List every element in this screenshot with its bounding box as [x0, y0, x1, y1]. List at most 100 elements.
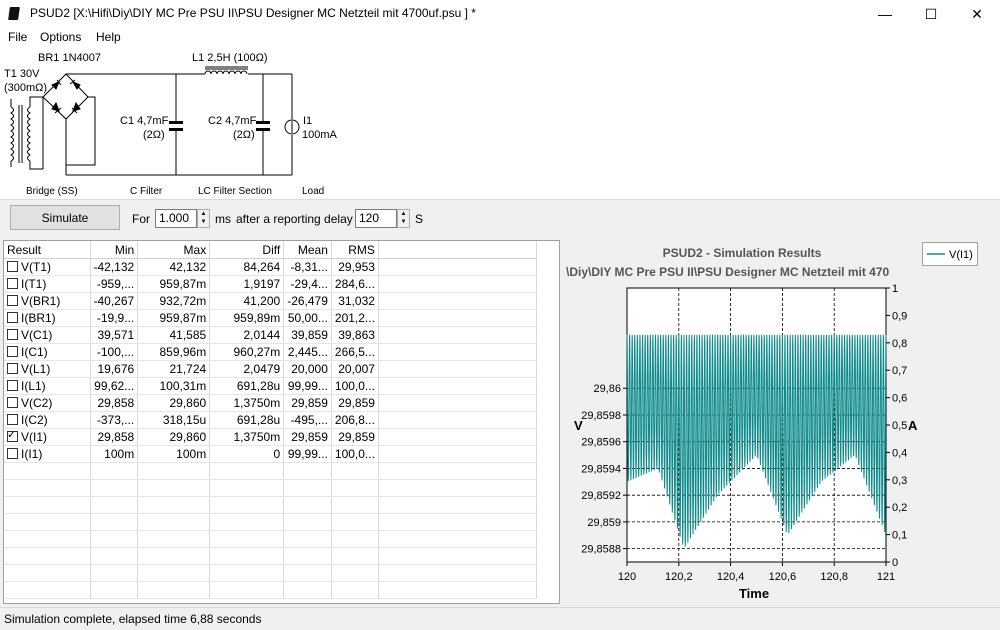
- duration-input[interactable]: 1.000: [155, 209, 197, 228]
- table-row[interactable]: I(L1) 99,62... 100,31m 691,28u 99,99... 100,0…: [4, 377, 537, 395]
- empty-cell: [331, 513, 379, 531]
- result-name-cell[interactable]: V(BR1): [4, 292, 91, 310]
- result-checkbox[interactable]: [7, 380, 18, 391]
- check-icon: ✓: [7, 429, 17, 441]
- result-rms-cell: 284,6...: [331, 275, 379, 293]
- result-checkbox[interactable]: [7, 261, 18, 272]
- empty-cell: [4, 513, 91, 531]
- empty-cell: [283, 479, 332, 497]
- results-chart: PSUD2 - Simulation Results \Diy\DIY MC P…: [566, 240, 918, 604]
- result-mean-cell: 29,859: [283, 394, 332, 412]
- empty-row: [4, 547, 537, 565]
- result-name-cell[interactable]: I(I1): [4, 445, 91, 463]
- delay-input[interactable]: 120: [355, 209, 397, 228]
- result-name-cell[interactable]: V(C1): [4, 326, 91, 344]
- result-name-cell[interactable]: I(C1): [4, 343, 91, 361]
- column-header-mean[interactable]: Mean: [283, 241, 332, 259]
- duration-stepper[interactable]: ▲ ▼: [197, 209, 210, 228]
- result-checkbox[interactable]: [7, 346, 18, 357]
- result-rms-cell: 100,0...: [331, 445, 379, 463]
- empty-cell: [331, 581, 379, 599]
- result-name-cell[interactable]: V(C2): [4, 394, 91, 412]
- close-button[interactable]: ✕: [954, 0, 1000, 28]
- table-row[interactable]: I(I1) 100m 100m 0 99,99... 100,0...: [4, 445, 537, 463]
- empty-cell: [4, 547, 91, 565]
- column-header-diff[interactable]: Diff: [209, 241, 285, 259]
- result-name-cell[interactable]: V(L1): [4, 360, 91, 378]
- table-row[interactable]: V(C2) 29,858 29,860 1,3750m 29,859 29,859: [4, 394, 537, 412]
- bridge-rectifier[interactable]: [42, 73, 89, 120]
- column-header-max[interactable]: Max: [137, 241, 211, 259]
- result-diff-cell: 41,200: [209, 292, 285, 310]
- result-max-cell: 21,724: [137, 360, 211, 378]
- t1-label: T1 30V: [4, 68, 40, 80]
- empty-cell: [4, 581, 91, 599]
- table-row[interactable]: V(C1) 39,571 41,585 2,0144 39,859 39,863: [4, 326, 537, 344]
- result-checkbox[interactable]: [7, 312, 18, 323]
- result-max-cell: 959,87m: [137, 309, 211, 327]
- menu-options[interactable]: Options: [40, 30, 81, 44]
- y2-axis-ticks: 1 0,9 0,8 0,7 0,6 0,5 0,4 0,3 0,2 0,1 0: [886, 283, 907, 569]
- empty-cell: [4, 564, 91, 582]
- column-header-min[interactable]: Min: [90, 241, 139, 259]
- column-header-rms[interactable]: RMS: [331, 241, 379, 259]
- result-name-cell[interactable]: V(T1): [4, 258, 91, 276]
- result-checkbox[interactable]: [7, 397, 18, 408]
- result-diff-cell: 84,264: [209, 258, 285, 276]
- empty-cell: [283, 581, 332, 599]
- transformer-primary-coil[interactable]: [10, 106, 14, 162]
- result-name-cell[interactable]: I(BR1): [4, 309, 91, 327]
- result-max-cell: 42,132: [137, 258, 211, 276]
- table-row[interactable]: I(C1) -100,... 859,96m 960,27m 2,445... 266,5…: [4, 343, 537, 361]
- simulation-toolbar: [0, 200, 1000, 238]
- stepper-down-icon[interactable]: ▼: [398, 218, 409, 226]
- minimize-button[interactable]: —: [862, 0, 908, 28]
- maximize-button[interactable]: ☐: [908, 0, 954, 28]
- table-row[interactable]: V(L1) 19,676 21,724 2,0479 20,000 20,007: [4, 360, 537, 378]
- result-name: V(C1): [21, 328, 53, 342]
- result-name-cell[interactable]: I(C2): [4, 411, 91, 429]
- i1-value: 100mA: [302, 129, 338, 141]
- result-max-cell: 932,72m: [137, 292, 211, 310]
- result-diff-cell: 691,28u: [209, 377, 285, 395]
- capacitor-c2[interactable]: [256, 121, 270, 124]
- delay-stepper[interactable]: ▲ ▼: [397, 209, 410, 228]
- table-row[interactable]: I(T1) -959,... 959,87m 1,9197 -29,4... 284,6.…: [4, 275, 537, 293]
- result-checkbox[interactable]: [7, 363, 18, 374]
- results-grid[interactable]: Result Min Max Diff Mean RMS V(T1) -42,13…: [3, 240, 560, 604]
- y2-tick-label: 0,6: [892, 393, 907, 405]
- transformer-secondary-coil[interactable]: [27, 106, 31, 162]
- empty-cell: [378, 479, 537, 497]
- stepper-up-icon[interactable]: ▲: [398, 210, 409, 218]
- menu-file[interactable]: File: [8, 30, 27, 44]
- capacitor-c1[interactable]: [169, 121, 183, 124]
- simulate-button[interactable]: Simulate: [10, 205, 120, 230]
- br1-label: BR1 1N4007: [38, 52, 101, 64]
- schematic-panel: T1 30V (300mΩ) BR1 1N4007 L1 2,5H (100Ω)…: [0, 47, 1000, 200]
- result-diff-cell: 1,9197: [209, 275, 285, 293]
- menu-help[interactable]: Help: [96, 30, 121, 44]
- result-max-cell: 318,15u: [137, 411, 211, 429]
- result-checkbox[interactable]: [7, 295, 18, 306]
- y2-tick-label: 0,7: [892, 365, 907, 377]
- result-name-cell[interactable]: I(T1): [4, 275, 91, 293]
- empty-cell: [90, 496, 139, 514]
- table-row[interactable]: V(T1) -42,132 42,132 84,264 -8,31... 29,953: [4, 258, 537, 276]
- table-row[interactable]: ✓ V(I1) 29,858 29,860 1,3750m 29,859 29,859: [4, 428, 537, 446]
- result-name-cell[interactable]: I(L1): [4, 377, 91, 395]
- result-checkbox[interactable]: [7, 448, 18, 459]
- inductor-l1[interactable]: [204, 70, 248, 75]
- table-row[interactable]: I(C2) -373,... 318,15u 691,28u -495,... 206,8…: [4, 411, 537, 429]
- table-row[interactable]: I(BR1) -19,9... 959,87m 959,89m 50,00... 201,…: [4, 309, 537, 327]
- empty-cell: [137, 462, 211, 480]
- table-row[interactable]: V(BR1) -40,267 932,72m 41,200 -26,479 31,032: [4, 292, 537, 310]
- stepper-down-icon[interactable]: ▼: [198, 218, 209, 226]
- result-checkbox[interactable]: [7, 278, 18, 289]
- empty-cell: [378, 394, 537, 412]
- result-checkbox[interactable]: [7, 329, 18, 340]
- column-header-result[interactable]: Result: [4, 241, 91, 259]
- result-checkbox[interactable]: [7, 414, 18, 425]
- result-name-cell[interactable]: ✓ V(I1): [4, 428, 91, 446]
- stepper-up-icon[interactable]: ▲: [198, 210, 209, 218]
- result-checkbox[interactable]: ✓: [7, 429, 18, 442]
